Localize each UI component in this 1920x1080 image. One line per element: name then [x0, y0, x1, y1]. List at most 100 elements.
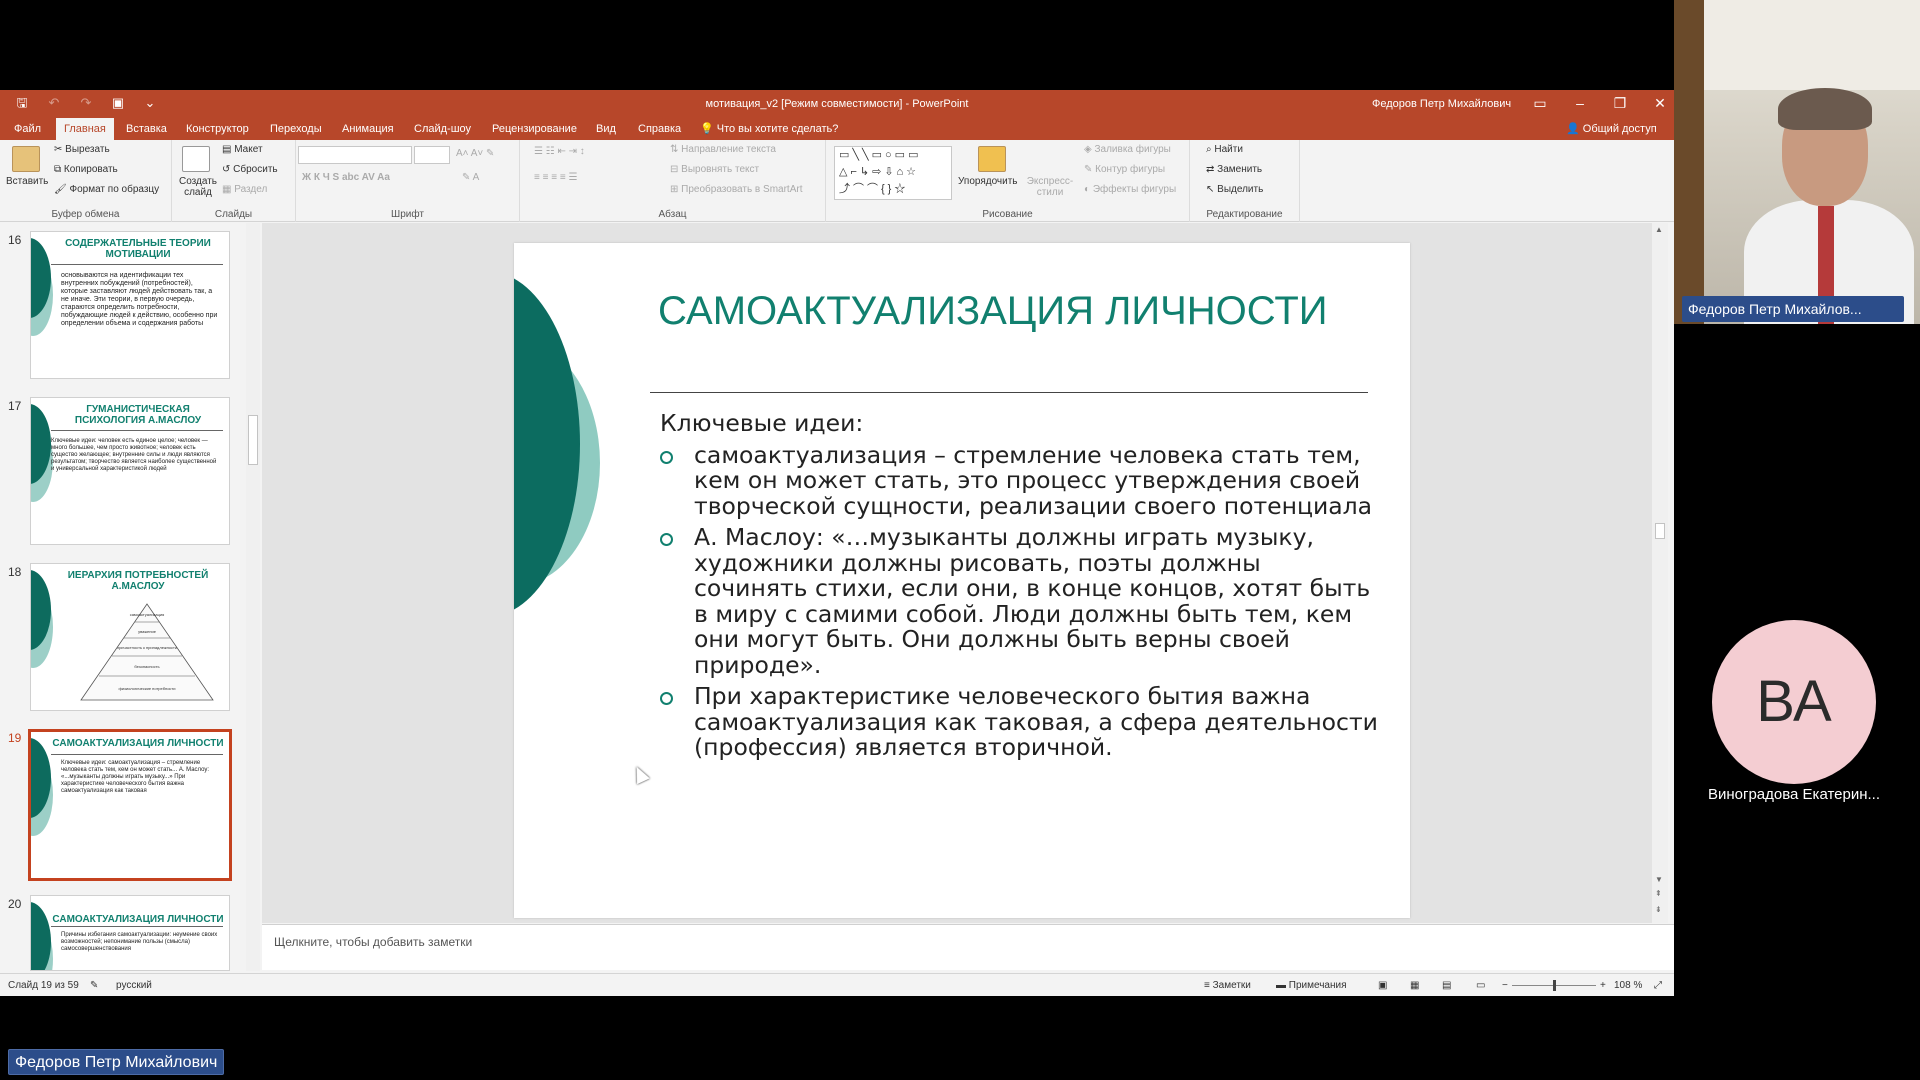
paste-button[interactable]: Вставить: [6, 176, 48, 187]
slide-thumbnail-18[interactable]: ИЕРАРХИЯ ПОТРЕБНОСТЕЙ А.МАСЛОУ самоактуа…: [30, 563, 230, 711]
tab-design[interactable]: Конструктор: [178, 118, 257, 140]
slide-thumbnail-19[interactable]: САМОАКТУАЛИЗАЦИЯ ЛИЧНОСТИ Ключевые идеи:…: [28, 729, 232, 881]
scrollbar-thumb[interactable]: [248, 415, 258, 465]
bullet-circle-icon: [660, 450, 673, 464]
scroll-up-icon[interactable]: ▲: [1655, 225, 1663, 234]
tab-help[interactable]: Справка: [630, 118, 689, 140]
tab-view[interactable]: Вид: [588, 118, 624, 140]
next-slide-icon[interactable]: ⇟: [1655, 905, 1662, 914]
status-bar: Слайд 19 из 59 ✎ русский ≡ Заметки ▬ При…: [0, 973, 1674, 996]
cut-button[interactable]: ✂ Вырезать: [54, 144, 110, 155]
zoom-slider-thumb[interactable]: [1553, 980, 1556, 991]
font-size-buttons[interactable]: A˄ A˅ ✎: [456, 148, 494, 159]
comments-toggle[interactable]: ▬ Примечания: [1276, 980, 1347, 991]
slide-editor: САМОАКТУАЛИЗАЦИЯ ЛИЧНОСТИ Ключевые идеи:…: [262, 223, 1660, 923]
arrange-button[interactable]: Упорядочить: [958, 176, 1018, 187]
new-slide-icon[interactable]: [182, 146, 210, 172]
smartart-button[interactable]: ⊞ Преобразовать в SmartArt: [670, 184, 802, 195]
font-size-select[interactable]: [414, 146, 450, 164]
font-group: A˄ A˅ ✎ Ж К Ч S abc AV Aa ✎ A Шрифт: [296, 140, 520, 222]
shapes-gallery[interactable]: ▭╲╲▭○▭▭ △⌐↳⇨⇩⌂☆ ⤴⌒⌒{}☆: [834, 146, 952, 200]
editor-scrollbar[interactable]: ▲ ▼ ⇞ ⇟: [1652, 223, 1668, 923]
scrollbar-thumb[interactable]: [1655, 523, 1665, 539]
restore-icon[interactable]: ❐: [1600, 94, 1640, 112]
zoom-slider[interactable]: [1512, 980, 1596, 991]
thumb-title: ИЕРАРХИЯ ПОТРЕБНОСТЕЙ А.МАСЛОУ: [67, 570, 209, 592]
thumbnails-scrollbar[interactable]: [246, 223, 260, 971]
zoom-out-icon[interactable]: −: [1502, 980, 1508, 991]
paste-icon[interactable]: [12, 146, 40, 172]
reset-button[interactable]: ↺ Сбросить: [222, 164, 278, 175]
align-text-icon: ⊟: [670, 164, 679, 175]
quick-styles-button[interactable]: Экспресс-стили: [1026, 176, 1074, 198]
thumb-body: Причины избегания самоактуализации: неум…: [61, 932, 218, 952]
slide-title[interactable]: САМОАКТУАЛИЗАЦИЯ ЛИЧНОСТИ: [658, 289, 1328, 334]
slideshow-view-icon[interactable]: ▭: [1476, 980, 1485, 991]
notes-icon: ≡: [1204, 980, 1210, 991]
font-color-buttons[interactable]: ✎ A: [462, 172, 479, 183]
notes-pane[interactable]: Щелкните, чтобы добавить заметки: [262, 924, 1674, 970]
slide-sorter-icon[interactable]: ▦: [1410, 980, 1419, 991]
select-button[interactable]: ↖ Выделить: [1206, 184, 1263, 195]
tab-home[interactable]: Главная: [56, 118, 114, 140]
shape-outline-button[interactable]: ✎ Контур фигуры: [1084, 164, 1165, 175]
language-indicator[interactable]: русский: [116, 980, 152, 991]
thumb-title: ГУМАНИСТИЧЕСКАЯ ПСИХОЛОГИЯ А.МАСЛОУ: [74, 404, 202, 426]
layout-icon: ▤: [222, 144, 232, 155]
brush-icon: 🖌: [54, 184, 67, 195]
close-icon[interactable]: ✕: [1640, 94, 1674, 112]
paragraph-group-label: Абзац: [658, 209, 687, 220]
tab-review[interactable]: Рецензирование: [484, 118, 585, 140]
new-slide-button[interactable]: Создать слайд: [178, 176, 218, 198]
copy-button[interactable]: ⧉ Копировать: [54, 164, 118, 175]
shape-effects-button[interactable]: ◐ Эффекты фигуры: [1084, 184, 1176, 195]
speaker-video[interactable]: [1674, 0, 1920, 324]
slide-thumbnail-16[interactable]: СОДЕРЖАТЕЛЬНЫЕ ТЕОРИИ МОТИВАЦИИ основыва…: [30, 231, 230, 379]
slide-thumbnail-17[interactable]: ГУМАНИСТИЧЕСКАЯ ПСИХОЛОГИЯ А.МАСЛОУ Ключ…: [30, 397, 230, 545]
fit-to-window-icon[interactable]: ⤢: [1654, 980, 1662, 991]
tell-me-search[interactable]: 💡 Что вы хотите сделать?: [692, 118, 846, 140]
ribbon-display-icon[interactable]: ▭: [1520, 94, 1560, 112]
format-painter-button[interactable]: 🖌 Формат по образцу: [54, 184, 159, 195]
shape-fill-button[interactable]: ◈ Заливка фигуры: [1084, 144, 1171, 155]
zoom-level[interactable]: 108 %: [1614, 980, 1642, 991]
notes-placeholder: Щелкните, чтобы добавить заметки: [274, 935, 473, 949]
tab-transitions[interactable]: Переходы: [262, 118, 330, 140]
list-buttons[interactable]: ☰ ☷ ⇤ ⇥ ↕: [534, 146, 585, 157]
tab-animations[interactable]: Анимация: [334, 118, 402, 140]
current-slide[interactable]: САМОАКТУАЛИЗАЦИЯ ЛИЧНОСТИ Ключевые идеи:…: [514, 243, 1410, 918]
notes-toggle[interactable]: ≡ Заметки: [1204, 980, 1251, 991]
tab-slideshow[interactable]: Слайд-шоу: [406, 118, 479, 140]
previous-slide-icon[interactable]: ⇞: [1655, 889, 1662, 898]
font-group-label: Шрифт: [391, 209, 424, 220]
layout-button[interactable]: ▤ Макет: [222, 144, 263, 155]
paint-bucket-icon: ◈: [1084, 144, 1092, 155]
account-name[interactable]: Федоров Петр Михайлович: [1372, 98, 1511, 110]
align-buttons[interactable]: ≡ ≡ ≡ ≡ ☰: [534, 172, 577, 183]
replace-button[interactable]: ⇄ Заменить: [1206, 164, 1262, 175]
align-text-button[interactable]: ⊟ Выровнять текст: [670, 164, 759, 175]
pyramid-level: причастность к принадлежности: [117, 645, 177, 650]
participant-avatar[interactable]: ВА: [1712, 620, 1876, 784]
tab-file[interactable]: Файл: [6, 118, 49, 140]
share-button[interactable]: 👤 Общий доступ: [1566, 122, 1657, 135]
slide-thumbnail-20[interactable]: САМОАКТУАЛИЗАЦИЯ ЛИЧНОСТИ Причины избега…: [30, 895, 230, 971]
normal-view-icon[interactable]: ▣: [1378, 980, 1387, 991]
slide-body[interactable]: Ключевые идеи: самоактуализация – стремл…: [660, 410, 1380, 767]
editing-group-label: Редактирование: [1206, 209, 1283, 220]
zoom-in-icon[interactable]: +: [1600, 980, 1606, 991]
reading-view-icon[interactable]: ▤: [1442, 980, 1451, 991]
tab-insert[interactable]: Вставка: [118, 118, 175, 140]
spellcheck-icon[interactable]: ✎: [90, 980, 98, 991]
minimize-icon[interactable]: –: [1560, 94, 1600, 112]
text-format-buttons[interactable]: Ж К Ч S abc AV Aa: [302, 172, 390, 183]
speaker-video-label: Федоров Петр Михайлов...: [1682, 296, 1904, 322]
arrange-icon[interactable]: [978, 146, 1006, 172]
section-button[interactable]: ▦ Раздел: [222, 184, 267, 195]
scroll-down-icon[interactable]: ▼: [1655, 875, 1663, 884]
scissors-icon: ✂: [54, 144, 63, 155]
find-button[interactable]: ⌕ Найти: [1206, 144, 1243, 155]
text-direction-button[interactable]: ⇅ Направление текста: [670, 144, 776, 155]
font-family-select[interactable]: [298, 146, 412, 164]
drawing-group: ▭╲╲▭○▭▭ △⌐↳⇨⇩⌂☆ ⤴⌒⌒{}☆ Упорядочить Экспрес…: [826, 140, 1190, 222]
